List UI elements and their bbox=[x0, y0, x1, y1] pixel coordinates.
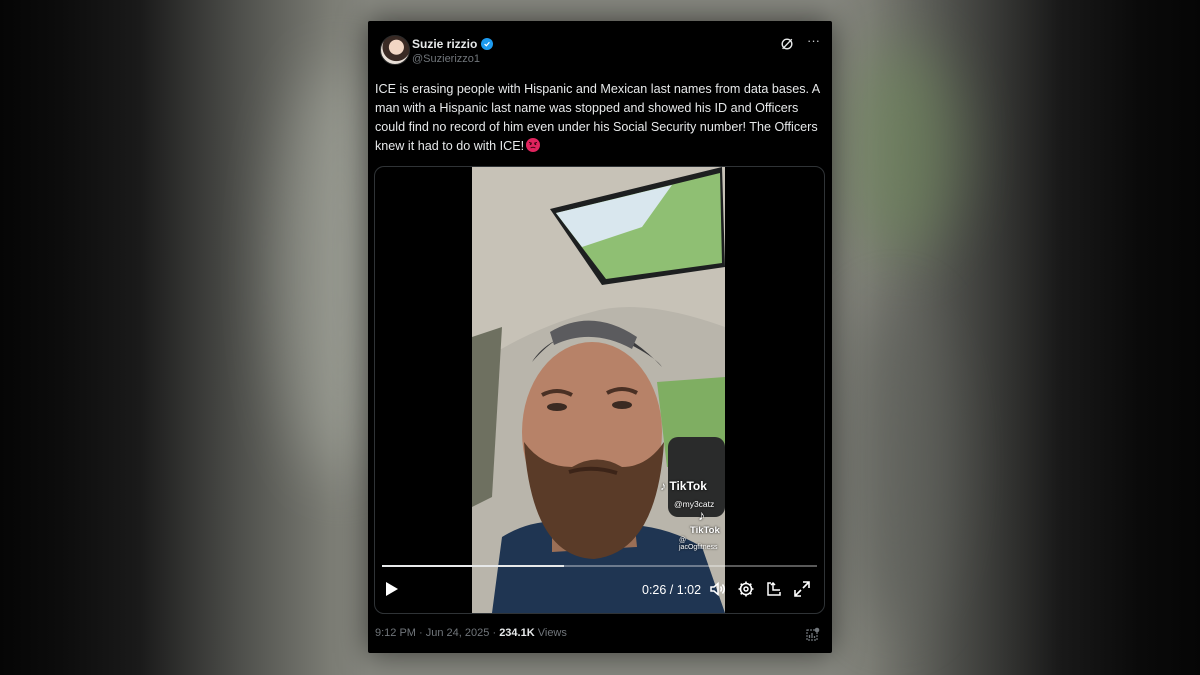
views-label: Views bbox=[537, 627, 567, 639]
fullscreen-icon[interactable] bbox=[793, 580, 811, 598]
background-blur-foliage bbox=[840, 40, 960, 260]
grok-icon[interactable] bbox=[780, 37, 794, 51]
play-icon[interactable] bbox=[385, 581, 399, 597]
video-time-display: 0:26 / 1:02 bbox=[642, 583, 702, 597]
views-count: 234.1K bbox=[499, 627, 535, 639]
author-display-name[interactable]: Suzie rizzio bbox=[412, 37, 477, 51]
meta-separator-2: · bbox=[492, 627, 497, 639]
author-name-row: Suzie rizzio bbox=[412, 37, 494, 51]
verified-badge-icon bbox=[481, 38, 494, 50]
tiktok-logo-icon-2: ♪ bbox=[698, 507, 705, 523]
meta-separator: · bbox=[419, 627, 423, 639]
tiktok-watermark-1: ♪ TikTok bbox=[660, 479, 707, 493]
video-progress-bar[interactable] bbox=[382, 565, 817, 567]
video-controls: 0:26 / 1:02 bbox=[375, 565, 824, 613]
tweet-footer: 9:12 PM · Jun 24, 2025 · 234.1K Views bbox=[375, 627, 820, 645]
tiktok-watermark-2-brand: TikTok bbox=[690, 525, 720, 536]
settings-icon[interactable] bbox=[737, 580, 755, 598]
post-time[interactable]: 9:12 PM bbox=[375, 627, 416, 639]
blurred-background: Suzie rizzio @Suzierizzo1 ··· ICE is era… bbox=[0, 0, 1200, 675]
angry-face-emoji-icon bbox=[526, 138, 541, 152]
tiktok-logo-icon: ♪ bbox=[660, 479, 666, 493]
video-progress-fill bbox=[382, 565, 565, 567]
tweet-card[interactable]: Suzie rizzio @Suzierizzo1 ··· ICE is era… bbox=[368, 21, 832, 653]
author-handle[interactable]: @Suzierizzo1 bbox=[412, 53, 480, 65]
avatar[interactable] bbox=[380, 35, 410, 65]
tiktok-watermark-1-handle: @my3catz bbox=[674, 499, 715, 509]
post-date[interactable]: Jun 24, 2025 bbox=[426, 627, 490, 639]
volume-icon[interactable] bbox=[709, 580, 727, 598]
more-options-icon[interactable]: ··· bbox=[807, 34, 820, 47]
tweet-body: ICE is erasing people with Hispanic and … bbox=[375, 82, 820, 153]
tiktok-watermark-2-handle: @ jacOgfitness bbox=[679, 537, 718, 551]
analytics-icon[interactable] bbox=[806, 627, 820, 641]
video-frame[interactable]: ♪ TikTok @my3catz ♪ TikTok @ jacOgfitnes… bbox=[472, 167, 725, 613]
background-blur-dark-right bbox=[840, 300, 950, 630]
tweet-text: ICE is erasing people with Hispanic and … bbox=[375, 80, 825, 156]
video-player[interactable]: ♪ TikTok @my3catz ♪ TikTok @ jacOgfitnes… bbox=[374, 166, 825, 614]
pop-out-icon[interactable] bbox=[765, 580, 783, 598]
tiktok-watermark-1-brand: TikTok bbox=[669, 479, 707, 493]
tweet-header: Suzie rizzio @Suzierizzo1 ··· bbox=[380, 34, 820, 71]
